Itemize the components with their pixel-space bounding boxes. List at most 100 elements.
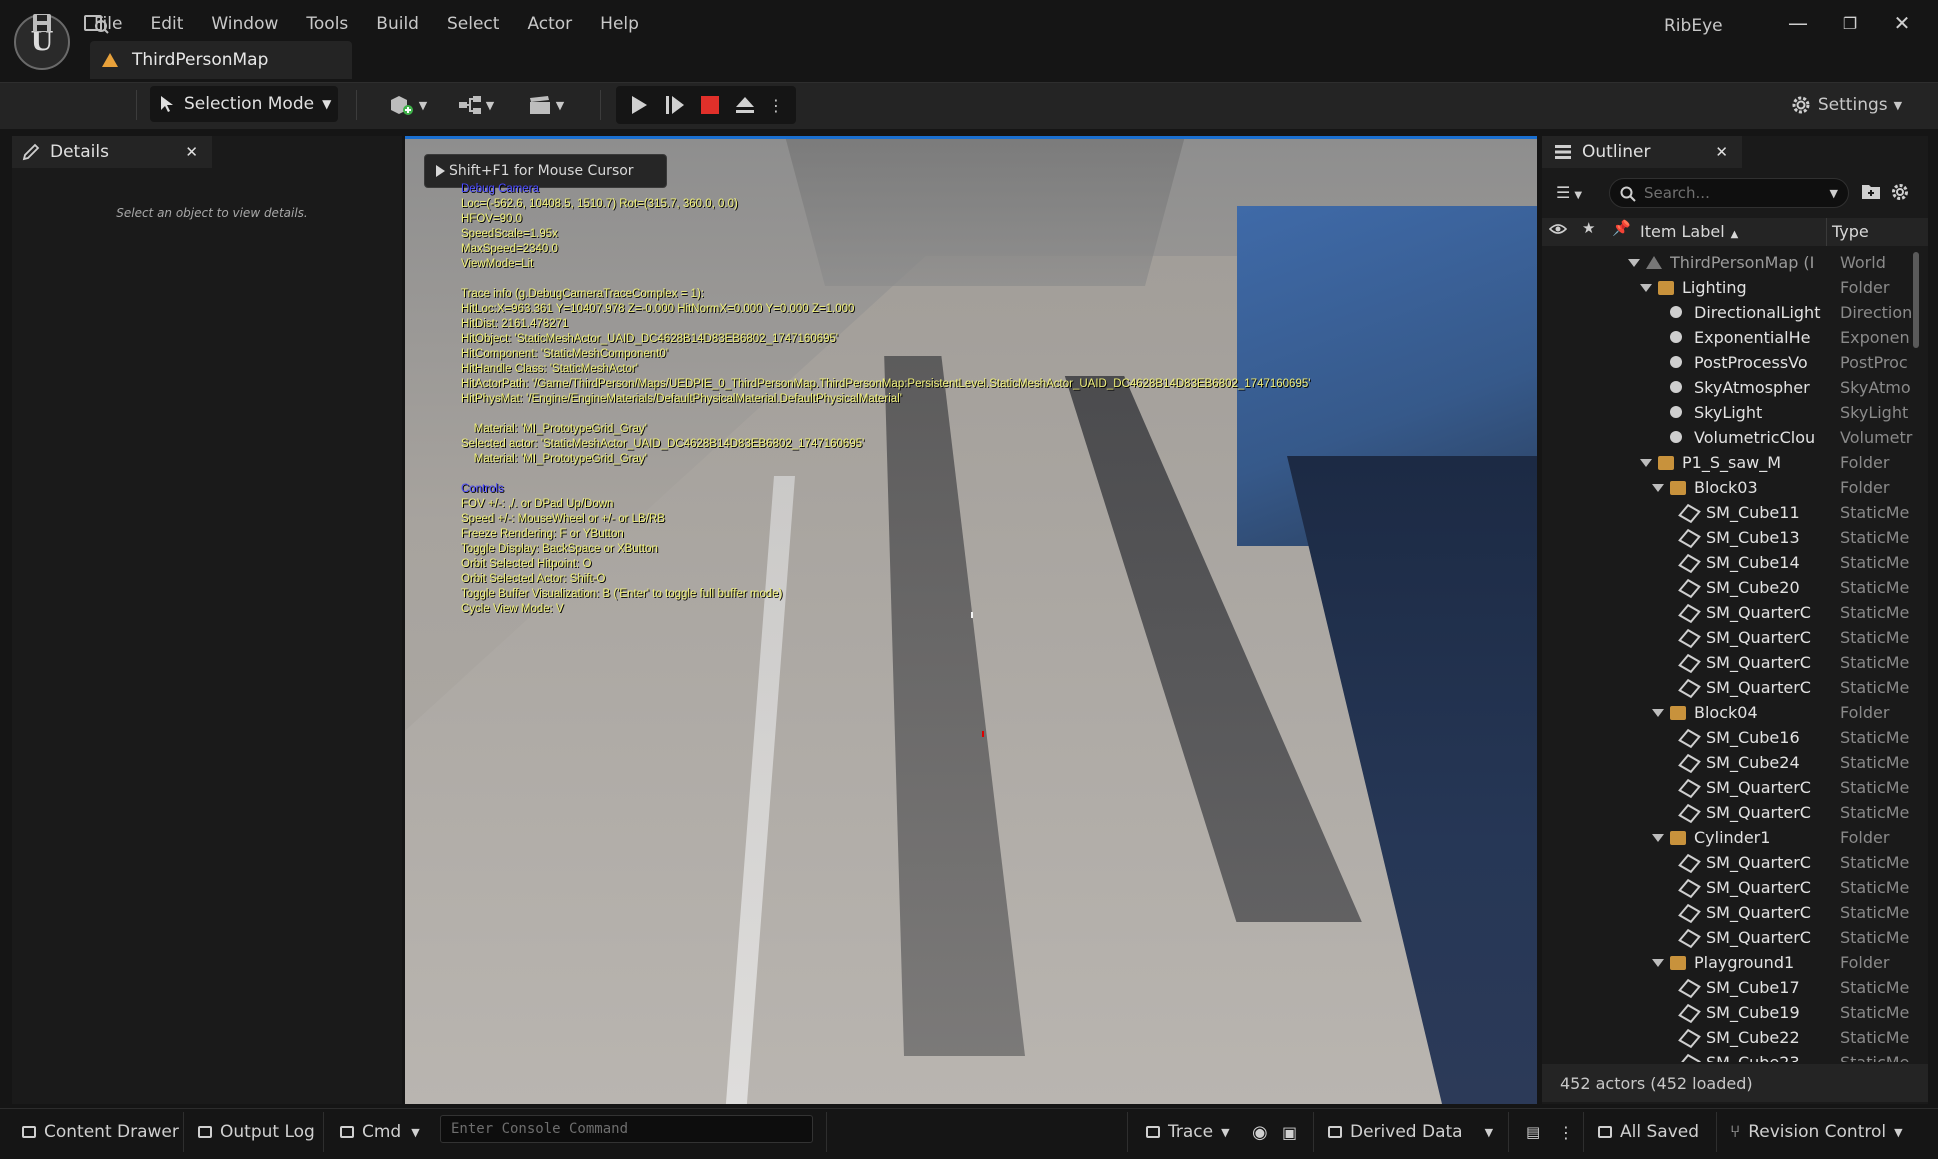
record-icon[interactable]: ◉ (1252, 1114, 1268, 1150)
outliner-row[interactable]: Playground1 Folder (1542, 950, 1922, 975)
console-command-input[interactable]: Enter Console Command (440, 1115, 813, 1143)
outliner-row[interactable]: SM_Cube20 StaticMe (1542, 575, 1922, 600)
play-icon[interactable] (624, 86, 654, 124)
expand-arrow-icon[interactable] (1652, 484, 1664, 492)
eject-icon[interactable] (730, 86, 760, 124)
outliner-row-type: PostProc (1840, 353, 1908, 372)
outliner-row[interactable]: SM_QuarterC StaticMe (1542, 625, 1922, 650)
close-tab-icon[interactable]: ✕ (1715, 143, 1728, 161)
outliner-row-label: PostProcessVo (1694, 353, 1808, 372)
outliner-row[interactable]: SM_Cube14 StaticMe (1542, 550, 1922, 575)
more-options-icon[interactable]: ⋮ (764, 86, 788, 124)
content-drawer-button[interactable]: Content Drawer (22, 1114, 179, 1150)
outliner-row[interactable]: Block03 Folder (1542, 475, 1922, 500)
outliner-row[interactable]: SM_QuarterC StaticMe (1542, 900, 1922, 925)
menu-help[interactable]: Help (586, 10, 653, 38)
menu-window[interactable]: Window (197, 10, 292, 38)
outliner-row[interactable]: SkyLight SkyLight (1542, 400, 1922, 425)
outliner-row[interactable]: SM_QuarterC StaticMe (1542, 875, 1922, 900)
outliner-row[interactable]: Cylinder1 Folder (1542, 825, 1922, 850)
revision-control-dropdown[interactable]: ⑂ Revision Control ▼ (1730, 1114, 1903, 1150)
outliner-row[interactable]: ThirdPersonMap (I World (1542, 250, 1922, 275)
derived-data-dropdown[interactable]: Derived Data ▼ (1328, 1114, 1493, 1150)
cinematics-icon[interactable]: ▼ (522, 86, 570, 124)
all-saved-button[interactable]: All Saved (1598, 1114, 1699, 1150)
browse-content-icon[interactable] (78, 4, 114, 42)
close-tab-icon[interactable]: ✕ (185, 143, 198, 161)
outliner-scrollbar[interactable] (1913, 252, 1919, 348)
outliner-row-type: Folder (1840, 703, 1890, 722)
pin-icon[interactable]: 📌 (1612, 219, 1631, 237)
outliner-row[interactable]: DirectionalLight Direction (1542, 300, 1922, 325)
output-log-button[interactable]: Output Log (198, 1114, 315, 1150)
source-control-bars-icon[interactable]: ▤ (1526, 1114, 1540, 1150)
column-item-label[interactable]: Item Label ▲ (1640, 222, 1738, 241)
outliner-row[interactable]: PostProcessVo PostProc (1542, 350, 1922, 375)
save-icon[interactable] (24, 4, 60, 42)
outliner-row-label: SM_QuarterC (1706, 678, 1811, 697)
restore-button[interactable]: ❐ (1824, 8, 1876, 38)
outliner-row[interactable]: P1_S_saw_M Folder (1542, 450, 1922, 475)
document-tab[interactable]: ThirdPersonMap (90, 41, 352, 79)
filter-icon[interactable]: ☰ ▼ (1556, 183, 1582, 202)
outliner-row[interactable]: SM_QuarterC StaticMe (1542, 675, 1922, 700)
trace-dropdown[interactable]: Trace ▼ (1146, 1114, 1230, 1150)
visibility-eye-icon[interactable] (1548, 221, 1568, 240)
outliner-row[interactable]: SM_QuarterC StaticMe (1542, 800, 1922, 825)
outliner-row[interactable]: SM_QuarterC StaticMe (1542, 775, 1922, 800)
outliner-row[interactable]: Lighting Folder (1542, 275, 1922, 300)
menu-actor[interactable]: Actor (513, 10, 586, 38)
menu-edit[interactable]: Edit (136, 10, 197, 38)
more-options-icon[interactable]: ⋮ (1558, 1114, 1574, 1150)
outliner-row[interactable]: SM_Cube22 StaticMe (1542, 1025, 1922, 1050)
outliner-row[interactable]: VolumetricClou Volumetr (1542, 425, 1922, 450)
outliner-row[interactable]: Block04 Folder (1542, 700, 1922, 725)
outliner-row[interactable]: SM_Cube19 StaticMe (1542, 1000, 1922, 1025)
outliner-row[interactable]: SM_Cube11 StaticMe (1542, 500, 1922, 525)
mesh-icon (1678, 1028, 1701, 1049)
details-tab[interactable]: Details ✕ (12, 136, 212, 168)
menu-select[interactable]: Select (433, 10, 513, 38)
expand-arrow-icon[interactable] (1652, 959, 1664, 967)
outliner-row[interactable]: SM_Cube24 StaticMe (1542, 750, 1922, 775)
mesh-icon (1678, 678, 1701, 699)
outliner-row[interactable]: ExponentialHe Exponen (1542, 325, 1922, 350)
expand-arrow-icon[interactable] (1628, 259, 1640, 267)
blueprint-icon[interactable]: ▼ (452, 86, 500, 124)
close-window-button[interactable]: ✕ (1876, 8, 1928, 38)
snapshot-icon[interactable]: ▣ (1282, 1114, 1297, 1150)
outliner-row[interactable]: SM_QuarterC StaticMe (1542, 600, 1922, 625)
menu-build[interactable]: Build (362, 10, 433, 38)
folder-icon (1670, 706, 1686, 720)
favorite-star-icon[interactable]: ★ (1582, 219, 1595, 237)
outliner-row[interactable]: SM_QuarterC StaticMe (1542, 850, 1922, 875)
outliner-row[interactable]: SM_Cube16 StaticMe (1542, 725, 1922, 750)
mesh-icon (1678, 653, 1701, 674)
outliner-tab[interactable]: Outliner ✕ (1542, 136, 1742, 168)
outliner-row[interactable]: SkyAtmospher SkyAtmo (1542, 375, 1922, 400)
menu-tools[interactable]: Tools (292, 10, 362, 38)
debug-line: HitComponent: 'StaticMeshComponent0' (461, 348, 669, 360)
outliner-row[interactable]: SM_QuarterC StaticMe (1542, 650, 1922, 675)
settings-button[interactable]: Settings ▼ (1786, 86, 1906, 124)
expand-arrow-icon[interactable] (1640, 284, 1652, 292)
column-type[interactable]: Type (1832, 222, 1869, 241)
outliner-row[interactable]: SM_Cube23 StaticMe (1542, 1050, 1922, 1062)
skip-frame-icon[interactable] (660, 86, 690, 124)
outliner-row[interactable]: SM_QuarterC StaticMe (1542, 925, 1922, 950)
outliner-row-label: SM_Cube22 (1706, 1028, 1800, 1047)
expand-arrow-icon[interactable] (1652, 834, 1664, 842)
stop-icon[interactable] (695, 86, 725, 124)
cmd-dropdown[interactable]: Cmd ▼ (340, 1114, 420, 1150)
outliner-settings-gear-icon[interactable] (1890, 182, 1910, 206)
outliner-row[interactable]: SM_Cube13 StaticMe (1542, 525, 1922, 550)
minimize-button[interactable]: — (1772, 8, 1824, 38)
expand-arrow-icon[interactable] (1652, 709, 1664, 717)
expand-arrow-icon[interactable] (1640, 459, 1652, 467)
add-folder-icon[interactable] (1861, 182, 1881, 204)
selection-mode-dropdown[interactable]: Selection Mode ▼ (150, 86, 338, 122)
add-actor-icon[interactable]: ▼ (384, 86, 432, 124)
details-tab-label: Details (50, 142, 109, 162)
outliner-search-input[interactable]: Search... ▼ (1609, 178, 1849, 208)
outliner-row[interactable]: SM_Cube17 StaticMe (1542, 975, 1922, 1000)
